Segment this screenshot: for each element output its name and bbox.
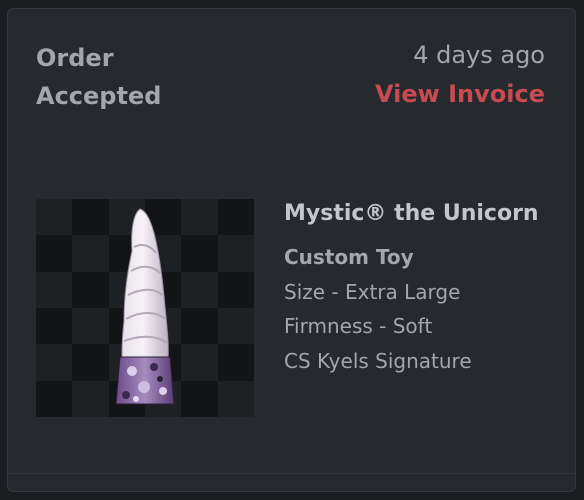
product-title[interactable]: Mystic® the Unicorn [284, 199, 539, 229]
order-card: Order Accepted 4 days ago View Invoice M… [7, 8, 576, 492]
order-status: Order Accepted [36, 39, 236, 115]
unicorn-horn-image [115, 208, 175, 405]
card-divider [8, 473, 575, 474]
order-time: 4 days ago [413, 41, 545, 69]
product-detail-size: Size - Extra Large [284, 280, 461, 304]
order-status-line2: Accepted [36, 82, 162, 110]
product-detail-firmness: Firmness - Soft [284, 314, 433, 338]
view-invoice-link[interactable]: View Invoice [375, 76, 545, 112]
product-type: Custom Toy [284, 245, 414, 269]
product-detail-signature: CS Kyels Signature [284, 349, 472, 373]
order-status-line1: Order [36, 44, 114, 72]
product-thumbnail[interactable] [36, 199, 254, 417]
